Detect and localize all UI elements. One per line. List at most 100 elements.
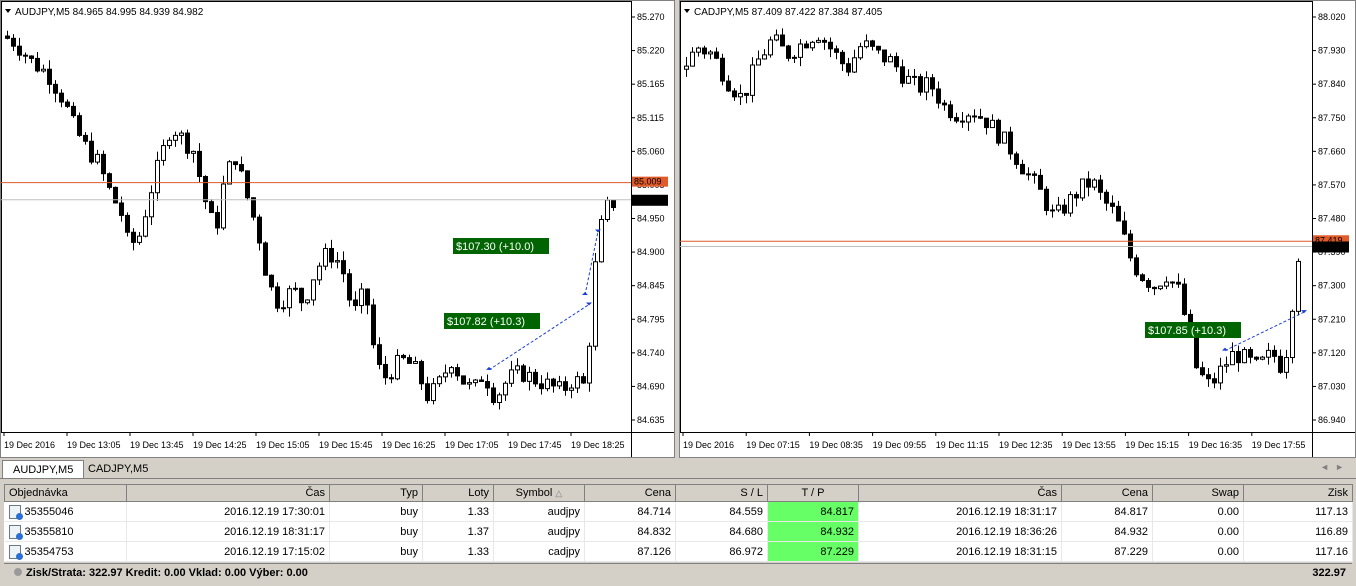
candle-body	[17, 45, 22, 56]
candle-body	[1038, 174, 1043, 190]
table-row[interactable]: 35354753 2016.12.19 17:15:02 buy 1.33 ca…	[4, 541, 1353, 562]
candle-body	[888, 56, 893, 63]
col-tp[interactable]: T / P	[767, 484, 859, 502]
candle-body	[491, 387, 496, 404]
candle-body	[5, 35, 10, 39]
candle-body	[71, 105, 76, 117]
candle-body	[95, 153, 100, 163]
price-tick-label: 85.165	[637, 79, 665, 89]
swap-cell: 0.00	[1152, 521, 1244, 542]
candle-body	[395, 354, 400, 380]
time-tick-label: 19 Dec 18:25	[571, 440, 625, 450]
swap-cell: 0.00	[1152, 501, 1244, 522]
price-tick-label: 87.750	[1318, 113, 1346, 123]
candle-body	[894, 56, 899, 68]
order-cell: 35355810	[4, 521, 127, 542]
col-sl[interactable]: S / L	[675, 484, 768, 502]
type-cell: buy	[329, 521, 423, 542]
candle-body	[1122, 220, 1127, 235]
price-chart-audjpy[interactable]: AUDJPY,M5 84.965 84.995 84.939 84.982 85.…	[1, 1, 675, 458]
candle-body	[287, 288, 292, 309]
chart-window-cadjpy[interactable]: CADJPY,M5 87.409 87.422 87.384 87.405 88.…	[679, 0, 1356, 458]
candle-body	[828, 41, 833, 50]
table-row[interactable]: 35355046 2016.12.19 17:30:01 buy 1.33 au…	[4, 501, 1353, 522]
col-order[interactable]: Objednávka	[4, 484, 127, 502]
col-close-time[interactable]: Čas	[858, 484, 1062, 502]
candle-body	[575, 376, 580, 389]
candle-body	[425, 383, 430, 402]
order-id: 35354753	[24, 545, 74, 558]
col-symbol[interactable]: Symbol △	[493, 484, 585, 502]
time-tick-label: 19 Dec 15:45	[319, 440, 373, 450]
profit-cell: 117.16	[1243, 541, 1353, 562]
table-row[interactable]: 35355810 2016.12.19 18:31:17 buy 1.37 au…	[4, 521, 1353, 542]
candle-body	[942, 102, 947, 106]
candle-body	[497, 394, 502, 404]
candle-body	[185, 132, 190, 154]
candle-body	[77, 115, 82, 136]
candle-body	[912, 75, 917, 78]
price-tick-label: 87.840	[1318, 79, 1346, 89]
account-summary-bar: Zisk/Strata: 322.97 Kredit: 0.00 Vklad: …	[4, 563, 1352, 582]
time-tick-label: 19 Dec 07:15	[746, 440, 800, 450]
time-tick-label: 19 Dec 15:05	[256, 440, 310, 450]
lots-cell: 1.37	[422, 521, 494, 542]
candle-body	[365, 288, 370, 306]
candle-body	[924, 77, 929, 93]
col-swap[interactable]: Swap	[1152, 484, 1244, 502]
summary-total: 322.97	[1312, 567, 1346, 579]
col-profit[interactable]: Zisk	[1243, 484, 1353, 502]
chart-header: CADJPY,M5 87.409 87.422 87.384 87.405	[694, 7, 883, 18]
candle-body	[1158, 285, 1163, 290]
col-type[interactable]: Typ	[329, 484, 423, 502]
chart-window-audjpy[interactable]: AUDJPY,M5 84.965 84.995 84.939 84.982 85.…	[0, 0, 675, 458]
candle-body	[1026, 173, 1031, 176]
order-cell: 35355046	[4, 501, 127, 522]
candle-body	[984, 117, 989, 129]
candle-body	[738, 92, 743, 98]
candle-body	[599, 219, 604, 263]
price-tick-label: 88.020	[1318, 12, 1346, 22]
price-tick-label: 85.270	[637, 12, 665, 22]
profit-label-text: $107.82 (+10.3)	[447, 316, 525, 328]
candle-body	[47, 68, 52, 85]
tab-audjpy[interactable]: AUDJPY,M5	[2, 460, 85, 478]
candle-body	[810, 41, 815, 49]
candle-body	[35, 57, 40, 72]
candle-body	[774, 34, 779, 41]
candle-body	[1200, 367, 1205, 376]
profit-cell: 117.13	[1243, 501, 1353, 522]
close-price-cell: 84.817	[1061, 501, 1153, 522]
tab-cadjpy[interactable]: CADJPY,M5	[78, 460, 158, 478]
candle-body	[479, 379, 484, 382]
price-tick-label: 84.690	[637, 381, 665, 391]
candle-body	[269, 274, 274, 288]
candle-body	[1098, 179, 1103, 193]
candle-body	[311, 279, 316, 301]
candle-body	[155, 159, 160, 194]
candle-body	[1110, 202, 1115, 207]
summary-text: Zisk/Strata: 322.97 Kredit: 0.00 Vklad: …	[26, 567, 308, 579]
candle-body	[137, 235, 142, 243]
candle-body	[569, 387, 574, 391]
candle-body	[347, 273, 352, 301]
candle-body	[209, 201, 214, 214]
candle-body	[690, 51, 695, 67]
candle-body	[593, 261, 598, 347]
col-close-price[interactable]: Cena	[1061, 484, 1153, 502]
price-chart-cadjpy[interactable]: CADJPY,M5 87.409 87.422 87.384 87.405 88.…	[680, 1, 1356, 458]
col-open-price[interactable]: Cena	[584, 484, 676, 502]
lots-cell: 1.33	[422, 541, 494, 562]
tab-scroll-arrows-icon[interactable]: ◄►	[1320, 462, 1350, 472]
col-open-time[interactable]: Čas	[126, 484, 330, 502]
candle-body	[257, 216, 262, 244]
col-lots[interactable]: Loty	[422, 484, 494, 502]
candle-body	[227, 161, 232, 185]
time-tick-label: 19 Dec 13:45	[130, 440, 184, 450]
candle-body	[786, 45, 791, 59]
plot-area	[680, 1, 1313, 433]
price-tick-label: 87.030	[1318, 381, 1346, 391]
candle-body	[1266, 349, 1271, 358]
candle-body	[900, 66, 905, 84]
candle-body	[509, 369, 514, 384]
